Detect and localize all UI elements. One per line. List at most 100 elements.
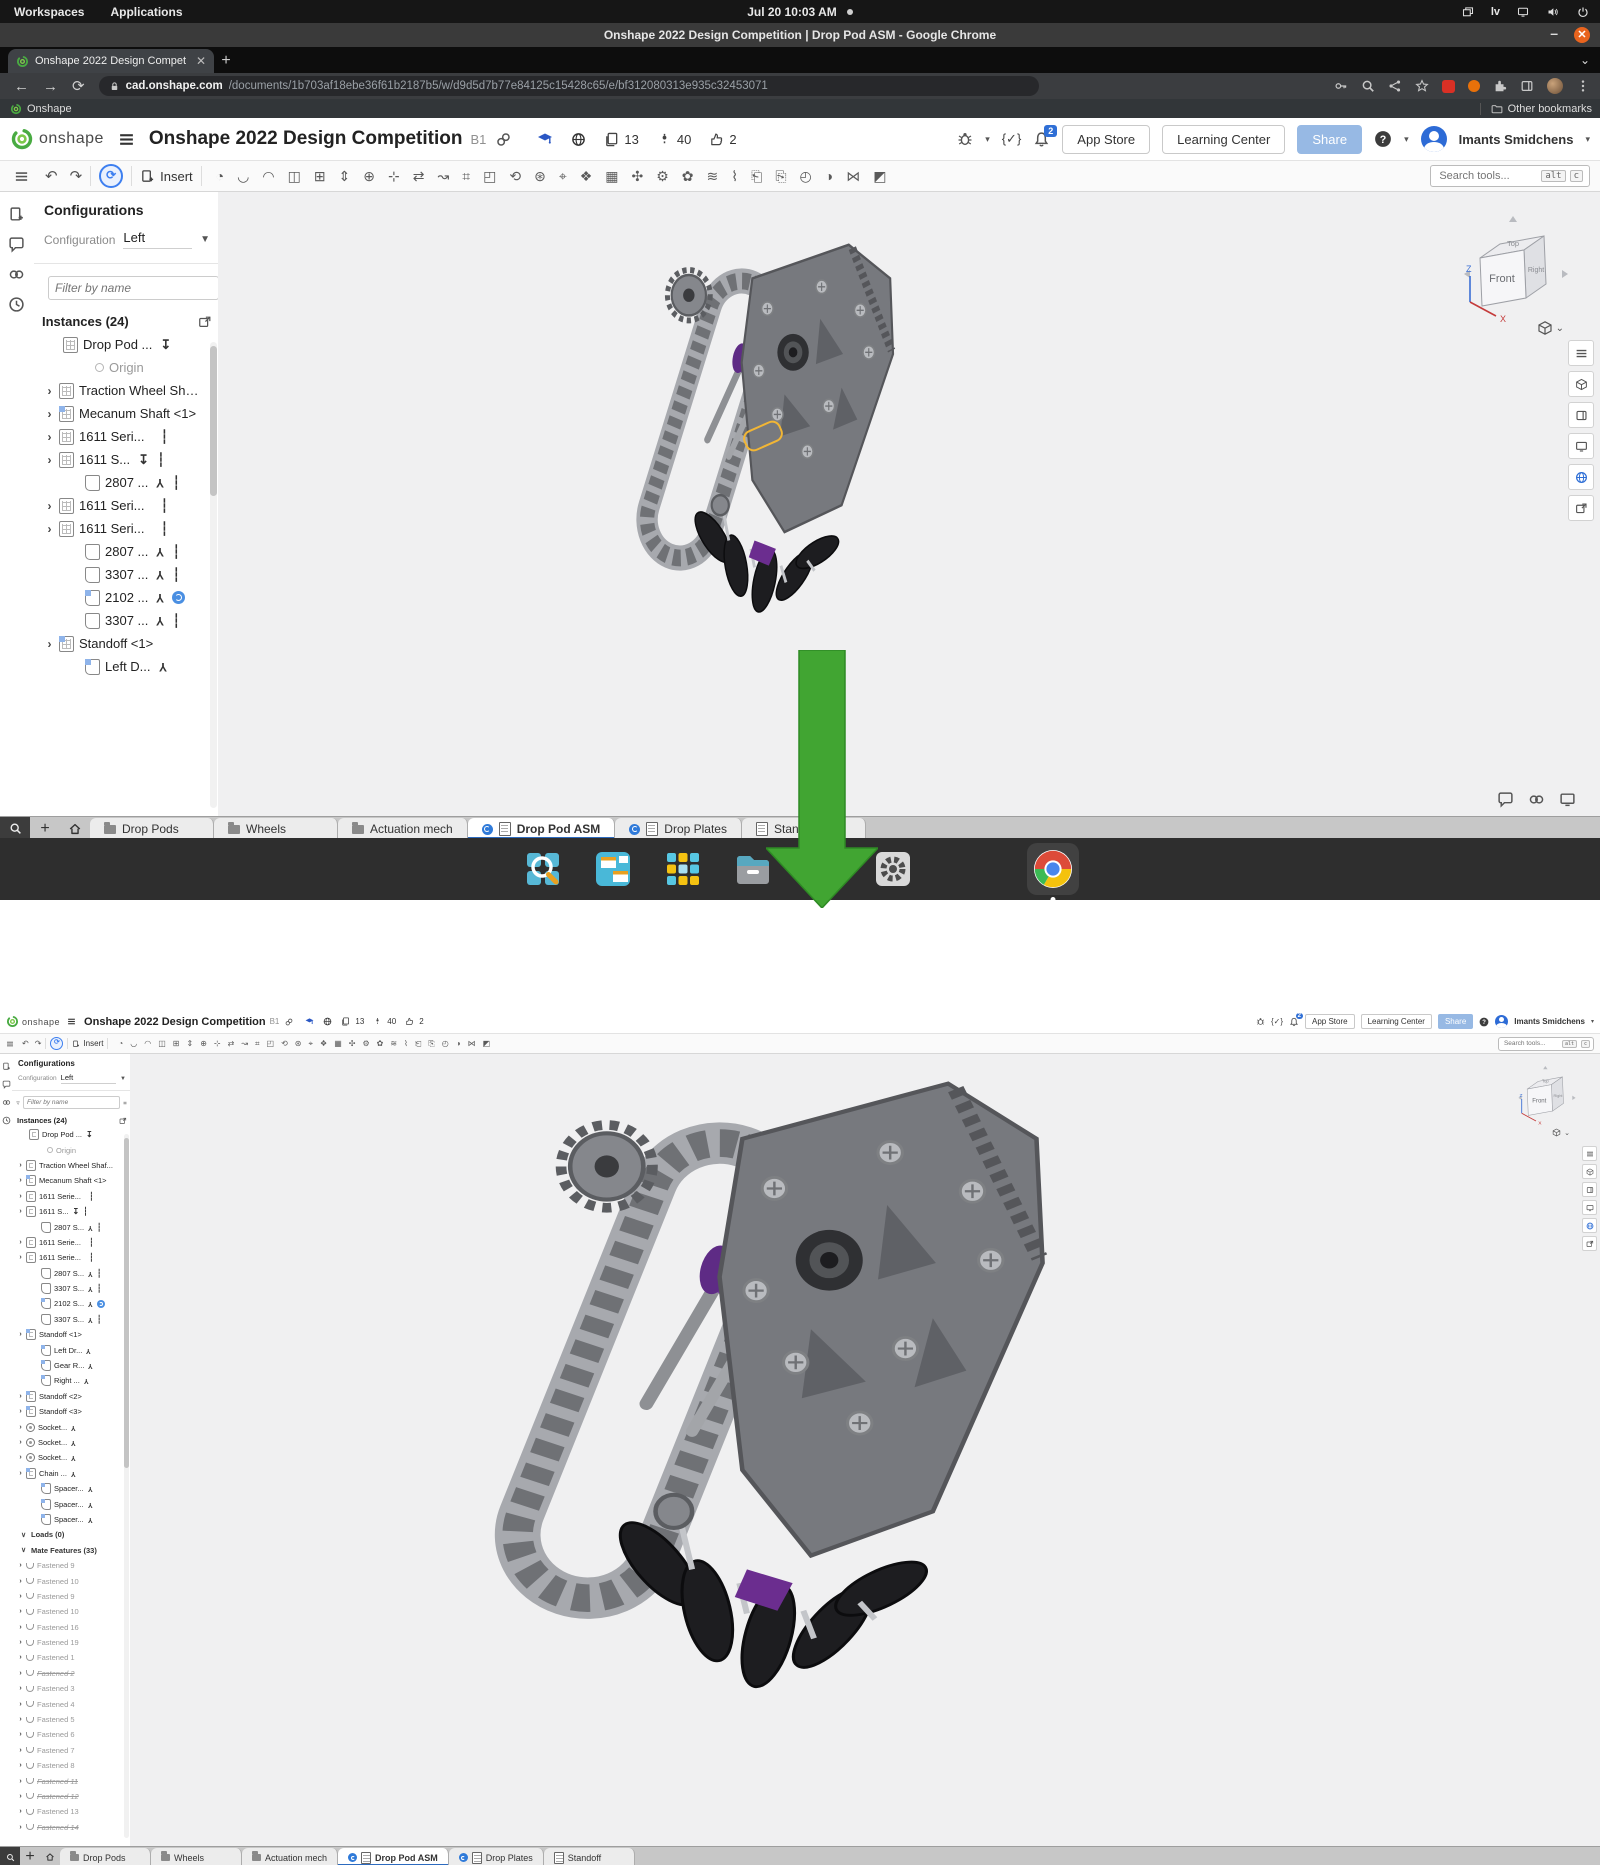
views-cube-icon[interactable] xyxy=(1582,1164,1597,1179)
new-tab-button[interactable]: + xyxy=(214,49,238,73)
instance-1611-series[interactable]: › 1611 Serie... xyxy=(12,1235,130,1250)
chain-icon[interactable]: ⌇ xyxy=(404,1040,408,1048)
appearance-globe-icon[interactable] xyxy=(1568,464,1594,490)
extension-red-icon[interactable] xyxy=(1442,80,1455,93)
mate-revolute-icon[interactable]: ◠ xyxy=(144,1040,151,1048)
add-tab-button[interactable]: + xyxy=(20,1847,40,1865)
configuration-select[interactable]: Left xyxy=(123,230,192,249)
mate-fastened[interactable]: › Fastened 13 xyxy=(12,1804,130,1819)
rotate-measure-icon[interactable]: ◴ xyxy=(442,1040,449,1048)
open-in-window-icon[interactable] xyxy=(119,1117,127,1125)
expand-chevron-icon[interactable]: › xyxy=(42,637,57,651)
expand-chevron-icon[interactable]: › xyxy=(16,1824,25,1831)
instance-right[interactable]: Right ... xyxy=(12,1373,130,1388)
share-link-icon[interactable] xyxy=(285,1018,293,1026)
create-studio-icon[interactable] xyxy=(2,1062,11,1071)
display-panel-icon[interactable] xyxy=(1568,433,1594,459)
panel-scrollbar[interactable] xyxy=(210,342,217,808)
explode-icon[interactable]: ✣ xyxy=(349,1040,356,1048)
bookmark-onshape[interactable]: Onshape xyxy=(10,103,72,115)
mate-planar-icon[interactable]: ⊞ xyxy=(314,169,326,183)
help-icon[interactable] xyxy=(1374,130,1392,148)
group-loads[interactable]: ∨ Loads (0) xyxy=(12,1527,130,1542)
3d-viewport[interactable]: ⌄ xyxy=(130,1054,1600,1846)
expand-chevron-icon[interactable]: › xyxy=(16,1624,25,1631)
user-avatar[interactable] xyxy=(1421,126,1447,152)
user-avatar[interactable] xyxy=(1495,1015,1508,1028)
instance-left-dr[interactable]: Left Dr... xyxy=(12,1342,130,1357)
instance-socket[interactable]: › Socket... xyxy=(12,1419,130,1434)
close-button[interactable]: ✕ xyxy=(1574,27,1590,43)
edits-stat[interactable]: 40 xyxy=(373,1017,396,1026)
appearance-icon[interactable]: ◑ xyxy=(825,169,833,183)
mate-fastened[interactable]: › Fastened 8 xyxy=(12,1758,130,1773)
extension-orange-ic[interactable] xyxy=(1468,80,1480,92)
instance-3307[interactable]: 3307 ... xyxy=(34,563,218,586)
expand-chevron-icon[interactable]: › xyxy=(16,1593,25,1600)
mate-fastened[interactable]: › Fastened 4 xyxy=(12,1696,130,1711)
instance-1611-s[interactable]: › 1611 S... xyxy=(34,448,218,471)
report-icon[interactable]: ⎘ xyxy=(775,169,786,183)
view-clock-icon[interactable]: ◔ xyxy=(216,169,224,183)
window-layout-icon[interactable] xyxy=(591,847,635,891)
zoom-icon[interactable] xyxy=(1361,79,1375,93)
group-icon[interactable]: ◰ xyxy=(483,169,496,183)
expand-chevron-icon[interactable]: › xyxy=(16,1747,25,1754)
main-menu-icon[interactable] xyxy=(118,131,135,148)
insert-connector-icon[interactable]: ⊛ xyxy=(295,1040,302,1048)
other-bookmarks[interactable]: Other bookmarks xyxy=(1480,103,1592,115)
expand-chevron-icon[interactable]: › xyxy=(16,1639,25,1646)
panel-scrollbar[interactable] xyxy=(124,1134,129,1838)
view-clock-icon[interactable]: ◔ xyxy=(118,1040,123,1048)
expand-chevron-icon[interactable]: › xyxy=(42,499,57,513)
instance-gear-r[interactable]: Gear R... xyxy=(12,1358,130,1373)
explode-icon[interactable]: ✣ xyxy=(632,169,644,183)
expand-chevron-icon[interactable]: ∨ xyxy=(19,1546,28,1554)
mate-fastened[interactable]: › Fastened 14 xyxy=(12,1820,130,1835)
tab-standoff[interactable]: Standoff xyxy=(544,1848,635,1865)
chain-icon[interactable]: ⌇ xyxy=(731,169,738,183)
mate-ball-icon[interactable]: ◡ xyxy=(130,1040,137,1048)
document-title[interactable]: Onshape 2022 Design Competition xyxy=(84,1016,266,1028)
snap-mode-icon[interactable]: ⌖ xyxy=(309,1040,314,1048)
expand-chevron-icon[interactable]: › xyxy=(42,407,57,421)
revolve-tool-icon[interactable]: ⟲ xyxy=(281,1040,288,1048)
group-mate-features[interactable]: ∨ Mate Features (33) xyxy=(12,1543,130,1558)
expand-chevron-icon[interactable]: › xyxy=(16,1408,25,1415)
bom-panel-icon[interactable] xyxy=(1568,340,1594,366)
search-tools-input[interactable] xyxy=(1437,169,1537,183)
expand-chevron-icon[interactable]: › xyxy=(16,1685,25,1692)
instance-2102[interactable]: 2102 ... xyxy=(34,586,218,609)
instances-tree-icon[interactable] xyxy=(14,169,29,184)
expand-chevron-icon[interactable]: › xyxy=(16,1239,25,1246)
spring-icon[interactable]: ≋ xyxy=(707,169,719,183)
chrome-menu-icon[interactable] xyxy=(1576,79,1590,93)
mate-pin-slot-icon[interactable]: ⊕ xyxy=(200,1040,207,1048)
instances-tree-icon[interactable] xyxy=(6,1040,14,1048)
view-cube[interactable] xyxy=(1456,202,1576,332)
expand-chevron-icon[interactable]: › xyxy=(16,1578,25,1585)
mate-cylindrical-icon[interactable]: ◫ xyxy=(158,1040,166,1048)
filter-input[interactable] xyxy=(23,1096,120,1109)
mate-fastened[interactable]: › Fastened 3 xyxy=(12,1681,130,1696)
gear-tools-icon[interactable]: ⚙ xyxy=(656,169,669,183)
expand-chevron-icon[interactable]: › xyxy=(16,1162,25,1169)
likes-stat[interactable]: 2 xyxy=(709,132,736,147)
home-tab-button[interactable] xyxy=(40,1847,60,1865)
select-box-icon[interactable]: ⌗ xyxy=(462,169,470,183)
list-options-icon[interactable] xyxy=(123,1099,127,1107)
mate-relation-icon[interactable]: ↝ xyxy=(437,169,449,183)
view-mode-cube[interactable]: ⌄ xyxy=(1537,320,1564,336)
instance-spacer[interactable]: Spacer... xyxy=(12,1512,130,1527)
tab-drop-pod-asm[interactable]: Drop Pod ASM xyxy=(468,818,616,840)
help-icon[interactable] xyxy=(1479,1017,1489,1027)
rotate-tool-icon[interactable]: ⟳ xyxy=(99,164,123,188)
mate-fastened[interactable]: › Fastened 5 xyxy=(12,1712,130,1727)
instance-1611-series[interactable]: › 1611 Seri... xyxy=(34,425,218,448)
insert-button[interactable]: Insert xyxy=(72,1039,103,1048)
instance-2807[interactable]: 2807 S... xyxy=(12,1266,130,1281)
instance-standoff-2[interactable]: › Standoff <2> xyxy=(12,1389,130,1404)
instance-traction-wheel-shaft[interactable]: › Traction Wheel Shaf... xyxy=(12,1158,130,1173)
notifications-bell[interactable]: 2 xyxy=(1289,1017,1299,1027)
sidebar-icon[interactable] xyxy=(1520,79,1534,93)
